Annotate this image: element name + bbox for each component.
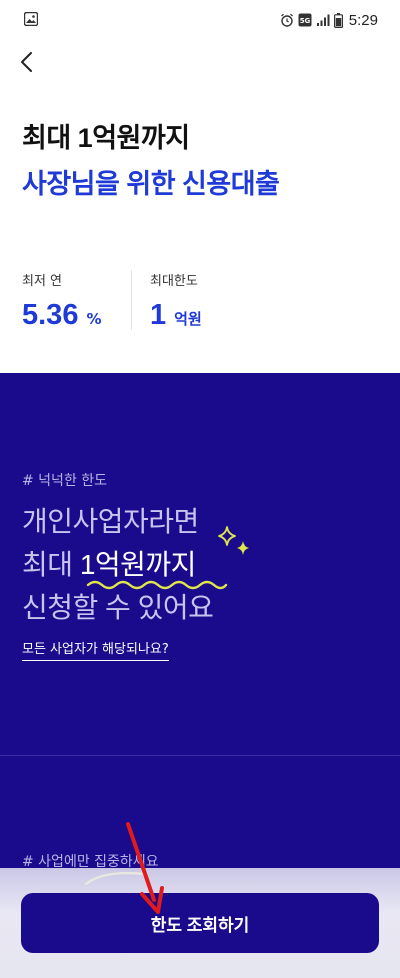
status-icons: 5G 5:29 bbox=[280, 10, 378, 30]
promo-line-2-prefix: 최대 bbox=[22, 549, 80, 580]
sparkle-icon bbox=[218, 526, 249, 555]
page-subtitle: 사장님을 위한 신용대출 bbox=[22, 169, 280, 199]
chevron-left-icon bbox=[21, 52, 32, 72]
signal-icon bbox=[316, 14, 330, 26]
stat-label: 최대한도 bbox=[150, 274, 198, 289]
stat-unit: % bbox=[86, 310, 102, 328]
promo-tag: # 넉넉한 한도 bbox=[22, 473, 108, 489]
check-limit-button[interactable]: 한도 조회하기 bbox=[21, 893, 379, 953]
status-time: 5:29 bbox=[348, 11, 378, 29]
section-divider bbox=[0, 755, 400, 756]
promo-highlight: 1억원까지 bbox=[79, 549, 197, 580]
5g-icon: 5G bbox=[298, 13, 312, 27]
stat-value: 5.36 bbox=[22, 299, 79, 331]
eligibility-link[interactable]: 모든 사업자가 해당되나요? bbox=[22, 638, 169, 661]
promo-line-2: 최대 1억원까지 bbox=[22, 543, 196, 583]
promo-line-1: 개인사업자라면 bbox=[22, 506, 199, 537]
stat-divider bbox=[131, 270, 132, 330]
page-title: 최대 1억원까지 bbox=[22, 123, 190, 153]
stat-max-limit: 최대한도 1 억원 bbox=[150, 270, 202, 332]
stat-label: 최저 연 bbox=[22, 274, 63, 289]
svg-text:5G: 5G bbox=[299, 17, 310, 25]
gallery-icon bbox=[24, 12, 38, 26]
back-button[interactable] bbox=[14, 48, 42, 76]
alarm-icon bbox=[280, 13, 293, 27]
promo-line-3: 신청할 수 있어요 bbox=[22, 592, 214, 623]
status-bar: 5G 5:29 bbox=[0, 0, 400, 40]
stat-value: 1 bbox=[150, 299, 167, 331]
stat-unit: 억원 bbox=[174, 310, 202, 328]
battery-icon bbox=[333, 12, 343, 28]
stat-min-rate: 최저 연 5.36 % bbox=[22, 270, 101, 332]
